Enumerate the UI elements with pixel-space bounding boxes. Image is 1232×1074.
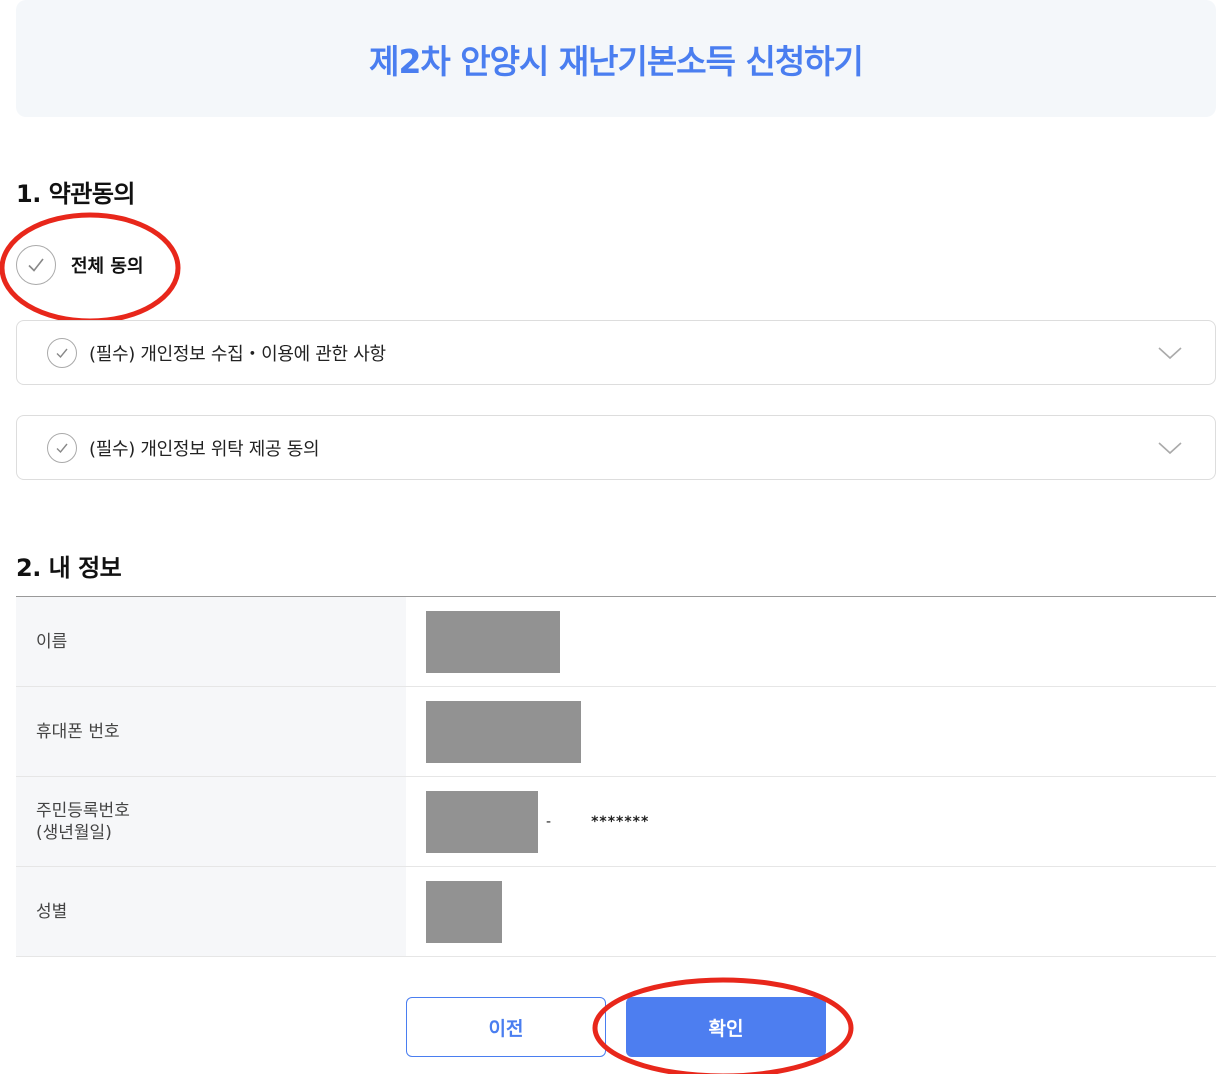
check-icon[interactable]: [47, 432, 77, 463]
agree-all-label: 전체 동의: [71, 256, 144, 277]
chevron-down-icon[interactable]: [1157, 345, 1183, 361]
terms-item-privacy-collection[interactable]: (필수) 개인정보 수집・이용에 관한 사항: [16, 320, 1216, 385]
my-info-table: 이름 휴대폰 번호 주민등록번호 (생년월일) - ******* 성별: [16, 596, 1216, 957]
page-title: 제2차 안양시 재난기본소득 신청하기: [369, 41, 864, 81]
terms-item-privacy-consignment[interactable]: (필수) 개인정보 위탁 제공 동의: [16, 415, 1216, 480]
name-value: [406, 597, 1216, 686]
terms-item-label: (필수) 개인정보 수집・이용에 관한 사항: [89, 343, 386, 365]
chevron-down-icon[interactable]: [1157, 440, 1183, 456]
name-label: 이름: [16, 597, 406, 686]
resident-number-masked: *******: [591, 813, 650, 830]
redacted-gender: [426, 880, 502, 943]
table-row: 이름: [16, 597, 1216, 687]
gender-value: [406, 867, 1216, 956]
terms-item-label: (필수) 개인정보 위탁 제공 동의: [89, 438, 320, 460]
redacted-birthdate: [426, 790, 538, 853]
table-row: 휴대폰 번호: [16, 687, 1216, 777]
table-row: 성별: [16, 867, 1216, 957]
page-header: 제2차 안양시 재난기본소득 신청하기: [16, 0, 1216, 117]
gender-label: 성별: [16, 867, 406, 956]
redacted-phone: [426, 700, 581, 763]
confirm-button[interactable]: 확인: [626, 997, 826, 1057]
resident-number-label-line2: (생년월일): [36, 822, 112, 843]
phone-value: [406, 687, 1216, 776]
check-icon: [16, 245, 56, 285]
my-info-section-title: 2. 내 정보: [16, 554, 122, 582]
resident-number-label-line1: 주민등록번호: [36, 800, 130, 821]
terms-section-title: 1. 약관동의: [16, 180, 136, 208]
check-icon[interactable]: [47, 337, 77, 368]
agree-all-checkbox[interactable]: 전체 동의: [16, 245, 144, 285]
redacted-name: [426, 610, 560, 673]
table-row: 주민등록번호 (생년월일) - *******: [16, 777, 1216, 867]
resident-number-label: 주민등록번호 (생년월일): [16, 777, 406, 866]
prev-button[interactable]: 이전: [406, 997, 606, 1057]
phone-label: 휴대폰 번호: [16, 687, 406, 776]
resident-number-dash: -: [546, 813, 552, 830]
resident-number-value: - *******: [406, 777, 1216, 866]
